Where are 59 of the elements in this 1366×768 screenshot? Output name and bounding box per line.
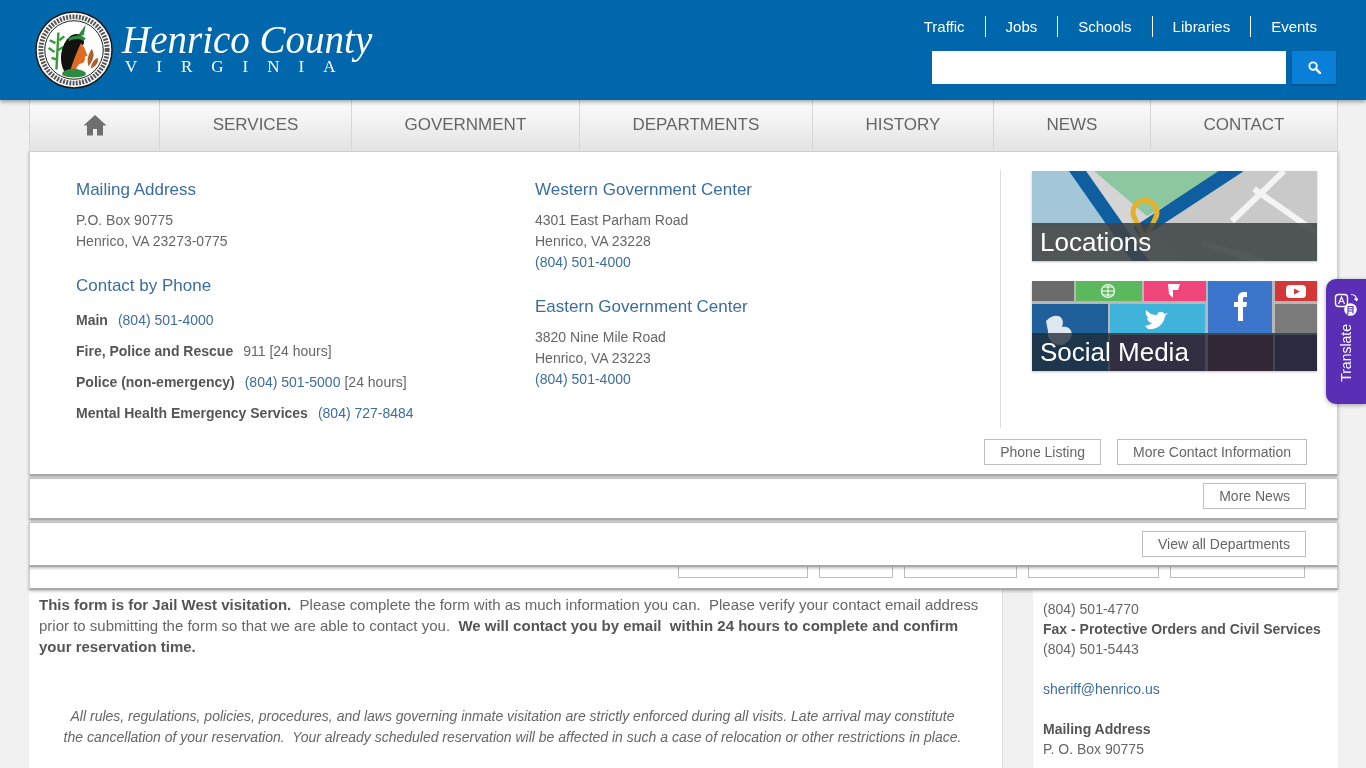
phone-note: [24 hours] — [344, 373, 407, 392]
menu-button[interactable]: View all Departments — [1141, 531, 1306, 557]
contact-text: P. O. Box 90775 — [1043, 740, 1144, 759]
contact-heading: Mailing Address — [1043, 720, 1151, 739]
email-link[interactable]: sheriff@henrico.us — [1043, 679, 1160, 699]
form-intro-text: This form is for Jail West visitation. Please complete the form with as much information you can. Please verify your contact email address prior to submitting the form so that we are able to contact you. We will contact you by email within 24 hours to complete and confirm your reservation time. — [39, 595, 980, 657]
covered-button[interactable] — [1028, 567, 1159, 578]
top-link[interactable]: Libraries — [1172, 17, 1231, 35]
covered-button[interactable] — [1170, 567, 1305, 578]
phone-link[interactable]: (804) 501-4000 — [117, 310, 214, 331]
search-icon — [1307, 61, 1321, 74]
search-field[interactable] — [932, 51, 1286, 84]
address-line: Henrico, VA 23223 — [535, 349, 651, 368]
phone-link[interactable]: (804) 501-5000 — [244, 372, 341, 393]
covered-button[interactable] — [678, 567, 808, 578]
contact-text: (804) 501-4770 — [1043, 600, 1139, 619]
nav-tab[interactable]: SERVICES — [160, 100, 352, 150]
home-icon — [82, 114, 107, 136]
phone-note: 911 [24 hours] — [243, 342, 332, 361]
menu-button[interactable]: More News — [1203, 483, 1306, 509]
section-heading: Contact by Phone — [76, 275, 213, 297]
nav-tab[interactable]: NEWS — [993, 100, 1151, 150]
translate-icon — [1334, 293, 1358, 317]
menu-button[interactable]: More Contact Information — [1117, 439, 1307, 465]
phone-link[interactable]: (804) 501-4000 — [535, 252, 631, 273]
contact-text: (804) 501-5443 — [1043, 640, 1139, 659]
site-title: Henrico County — [122, 19, 373, 61]
phone-label: Mental Health Emergency Services — [76, 404, 308, 423]
top-link[interactable]: Schools — [1078, 17, 1132, 35]
top-link[interactable]: Events — [1271, 17, 1317, 35]
nav-tab[interactable]: CONTACT — [1151, 100, 1339, 150]
center-heading: Western Government Center — [535, 179, 753, 201]
covered-button[interactable] — [819, 567, 893, 578]
nav-tab[interactable]: GOVERNMENT — [351, 100, 580, 150]
center-heading: Eastern Government Center — [535, 296, 749, 318]
rules-notice-text: All rules, regulations, policies, procedures, and laws governing inmate visitation are strictly enforced during all visits. Late arrival may constitute the cancellation of your reservation. Your already scheduled reservation will be affected in such a case of relocation or other restrictions in place. — [62, 707, 963, 747]
contact-heading: Fax - Protective Orders and Civil Services — [1043, 620, 1321, 639]
address-line: 3820 Nine Mile Road — [535, 328, 666, 347]
address-line: 4301 East Parham Road — [535, 211, 689, 230]
top-link[interactable]: Traffic — [923, 17, 965, 35]
address-line: Henrico, VA 23228 — [535, 232, 651, 251]
phone-label: Police (non-emergency) — [76, 373, 235, 392]
nav-tab[interactable]: HISTORY — [812, 100, 994, 150]
phone-link[interactable]: (804) 727-8484 — [317, 403, 414, 424]
phone-link[interactable]: (804) 501-4000 — [535, 369, 631, 390]
search-button[interactable] — [1292, 51, 1336, 84]
address-line: Henrico, VA 23273-0775 — [76, 232, 228, 251]
address-line: P.O. Box 90775 — [76, 211, 174, 230]
top-link[interactable]: Jobs — [1005, 17, 1038, 35]
county-seal-icon — [35, 11, 113, 89]
phone-label: Main — [76, 311, 108, 330]
section-heading: Mailing Address — [76, 179, 197, 201]
phone-label: Fire, Police and Rescue — [76, 342, 234, 361]
menu-button[interactable]: Phone Listing — [984, 439, 1102, 465]
locations-map-tile[interactable]: Locations — [1032, 171, 1317, 261]
nav-tab[interactable]: DEPARTMENTS — [579, 100, 813, 150]
covered-button[interactable] — [904, 567, 1017, 578]
translate-tab[interactable]: Translate — [1326, 279, 1366, 404]
social-media-tile[interactable]: Social Media — [1032, 281, 1317, 371]
